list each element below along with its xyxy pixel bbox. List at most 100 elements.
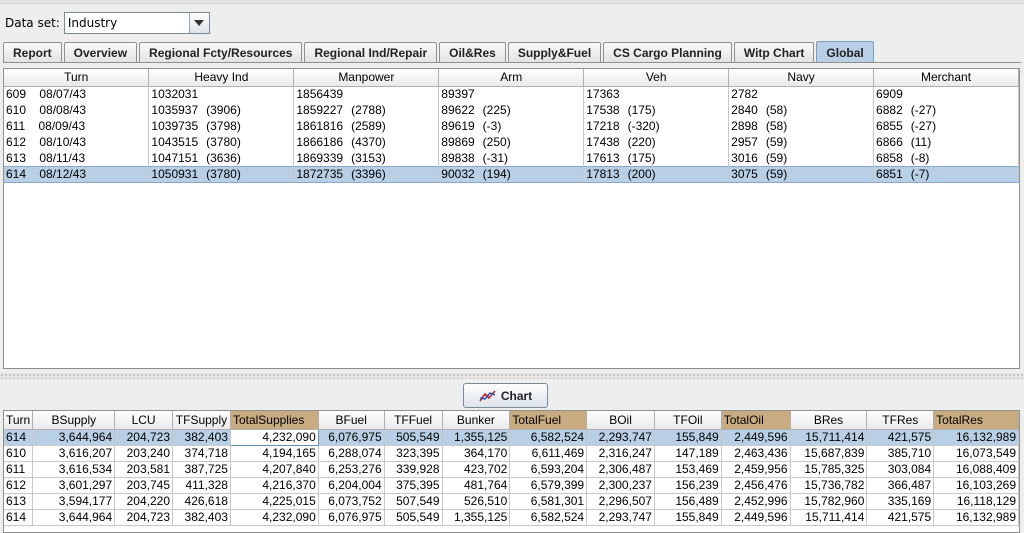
cell-value: 1869339 [296,150,344,165]
table-cell: 204,723 [114,509,174,526]
table-row[interactable]: 610 3,616,207 203,240 374,718 4,194,165 6,288… [4,445,1019,462]
table-cell: 610 [4,445,34,462]
table-row[interactable]: 610 08/08/43 1035937 (3906) 1859227 (2788) 89… [4,102,1019,118]
table-cell: 6,288,074 [318,445,385,462]
value-cell: 89838 (-31) [438,150,585,166]
table-cell: 155,849 [654,509,722,526]
column-header[interactable]: Veh [583,69,730,87]
cell-value: 89838 [441,150,475,165]
column-header[interactable]: BFuel [318,411,385,430]
value-cell: 1050931 (3780) [148,165,295,183]
table-cell: 204,723 [114,429,174,446]
value-cell: 6858 (-8) [873,150,1019,166]
tab-overview[interactable]: Overview [63,42,138,63]
cell-delta: (200) [627,167,656,181]
table-row[interactable]: 613 08/11/43 1047151 (3636) 1869339 (3153) 89… [4,150,1019,166]
table-cell: 16,103,269 [933,477,1019,494]
column-header[interactable]: TFFuel [384,411,443,430]
column-header[interactable]: Arm [438,69,585,87]
cell-value: 90032 [441,167,475,181]
chevron-down-icon [194,20,205,26]
table-row[interactable]: 612 08/10/43 1043515 (3780) 1866186 (4370) 89… [4,134,1019,150]
value-cell: 89869 (250) [438,134,585,150]
value-cell: 1869339 (3153) [293,150,440,166]
table-cell: 2,293,747 [586,509,655,526]
table-row[interactable]: 612 3,601,297 203,745 411,328 4,216,370 6,204… [4,477,1019,494]
table-row[interactable]: 614 3,644,964 204,723 382,403 4,232,090 6,076… [4,509,1019,526]
tab-regional-ind-repair[interactable]: Regional Ind/Repair [304,42,438,63]
cell-value: 1032031 [151,87,199,102]
column-header[interactable]: Merchant [873,69,1019,87]
table-row[interactable]: 613 3,594,177 204,220 426,618 4,225,015 6,073… [4,493,1019,510]
column-header[interactable]: BSupply [32,411,116,430]
column-header[interactable]: Bunker [442,411,511,430]
column-header[interactable]: TotalRes [933,411,1019,430]
column-header[interactable]: Manpower [293,69,440,87]
table-cell: 15,711,414 [790,429,868,446]
table-row[interactable]: 611 3,616,534 203,581 387,725 4,207,840 6,253… [4,461,1019,478]
dropdown-button[interactable] [188,13,209,33]
table-cell: 423,702 [442,461,511,478]
table-cell: 2,449,596 [721,509,791,526]
cell-delta: (3636) [206,150,241,165]
table-cell: 614 [4,429,34,446]
column-header[interactable]: Turn [4,411,34,430]
turn-cell: 614 08/12/43 [4,165,150,183]
tab-global[interactable]: Global [816,41,874,63]
column-header[interactable]: Heavy Ind [148,69,295,87]
column-header[interactable]: BRes [790,411,868,430]
value-cell: 1872735 (3396) [293,165,440,183]
table-cell: 323,395 [384,445,443,462]
tab-witp-chart[interactable]: Witp Chart [733,42,815,63]
table-cell: 3,616,534 [32,461,116,478]
value-cell: 17218 (-320) [583,118,730,134]
table-row[interactable]: 611 08/09/43 1039735 (3798) 1861816 (2589) 89… [4,118,1019,134]
column-header[interactable]: TotalFuel [509,411,588,430]
cell-delta: (2589) [351,119,386,133]
table-cell: 4,225,015 [230,493,319,510]
supply-fuel-table: Turn BSupply LCU TFSupply TotalSupplies BFuel… [4,411,1019,526]
column-header[interactable]: BOil [586,411,655,430]
table-cell: 4,207,840 [230,461,319,478]
cell-value: 89869 [441,135,475,149]
cell-value: 17218 [586,119,620,133]
column-header[interactable]: TFOil [654,411,722,430]
column-header[interactable]: TFSupply [172,411,231,430]
table-cell: 382,403 [172,429,231,446]
table-row[interactable]: 614 3,644,964 204,723 382,403 4,232,090 6,076… [4,428,1019,446]
table-cell: 6,582,524 [509,429,588,446]
value-cell: 2898 (58) [728,118,875,134]
tab-supply-fuel[interactable]: Supply&Fuel [507,42,602,63]
split-pane-divider[interactable] [0,373,1024,379]
table-cell: 16,132,989 [933,509,1019,526]
value-cell: 90032 (194) [438,165,585,183]
table-cell: 156,489 [654,493,722,510]
cell-value: 1856439 [296,87,344,102]
chart-button[interactable]: Chart [463,383,548,408]
tab-regional-fcty-resources[interactable]: Regional Fcty/Resources [139,42,303,63]
column-header[interactable]: Navy [728,69,875,87]
table-row[interactable]: 609 08/07/43 1032031 1856439 89397 17363 2782… [4,86,1019,102]
table-cell: 6,579,399 [509,477,588,494]
value-cell: 6851 (-7) [873,165,1019,183]
value-cell: 6866 (11) [873,134,1019,150]
column-header[interactable]: TFRes [866,411,935,430]
column-header[interactable]: LCU [114,411,174,430]
column-header[interactable]: Turn [4,69,150,87]
tab-bar: Report Overview Regional Fcty/Resources Reg… [3,41,876,63]
dataset-combobox[interactable]: Industry [63,12,210,34]
table-row[interactable]: 614 08/12/43 1050931 (3780) 1872735 (3396) 90… [4,165,1019,183]
table-cell: 15,782,960 [790,493,868,510]
table-cell: 153,469 [654,461,722,478]
table-cell: 375,395 [384,477,443,494]
tab-report[interactable]: Report [3,42,62,63]
table-cell: 204,220 [114,493,174,510]
cell-delta: (59) [765,167,788,181]
tab-oil-res[interactable]: Oil&Res [439,42,506,63]
value-cell: 2957 (59) [728,134,875,150]
column-header[interactable]: TotalOil [721,411,791,430]
tab-cs-cargo-planning[interactable]: CS Cargo Planning [603,42,732,63]
column-header[interactable]: TotalSupplies [230,411,319,430]
table-cell: 15,736,782 [790,477,868,494]
value-cell: 89397 [438,86,585,102]
